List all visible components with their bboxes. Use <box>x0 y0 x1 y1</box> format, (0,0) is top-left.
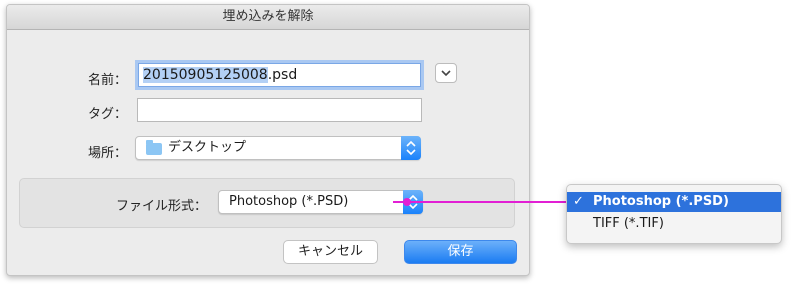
save-dialog: 埋め込みを解除 名前： 20150905125008.psd タグ： 場所： デ… <box>6 4 530 276</box>
location-popup[interactable]: デスクトップ <box>135 136 421 160</box>
updown-arrows-icon <box>406 140 416 156</box>
checkmark-icon: ✓ <box>573 194 584 209</box>
save-button[interactable]: 保存 <box>404 240 517 264</box>
location-value: デスクトップ <box>168 140 247 155</box>
expand-dialog-button[interactable] <box>435 63 457 83</box>
menu-item-label: Photoshop (*.PSD) <box>593 194 729 209</box>
name-selected-text: 20150905125008 <box>143 67 268 83</box>
location-label: 場所： <box>87 146 127 161</box>
location-stepper[interactable] <box>401 136 421 160</box>
annotation-dot <box>403 198 411 206</box>
menu-item-psd[interactable]: ✓ Photoshop (*.PSD) <box>567 192 781 212</box>
name-field[interactable]: 20150905125008.psd <box>138 63 421 87</box>
format-menu: ✓ Photoshop (*.PSD) TIFF (*.TIF) <box>566 184 782 244</box>
menu-item-label: TIFF (*.TIF) <box>593 216 664 231</box>
name-label: 名前： <box>87 73 127 88</box>
name-extension: .psd <box>267 67 298 83</box>
format-value: Photoshop (*.PSD) <box>229 194 349 209</box>
chevron-down-icon <box>441 70 451 77</box>
dialog-title: 埋め込みを解除 <box>7 5 529 30</box>
cancel-button[interactable]: キャンセル <box>283 240 378 264</box>
format-label: ファイル形式： <box>115 199 207 214</box>
tags-label: タグ： <box>87 107 127 122</box>
folder-icon <box>146 140 162 155</box>
menu-item-tiff[interactable]: TIFF (*.TIF) <box>567 214 781 234</box>
tags-field[interactable] <box>137 98 422 122</box>
annotation-line <box>393 201 566 203</box>
